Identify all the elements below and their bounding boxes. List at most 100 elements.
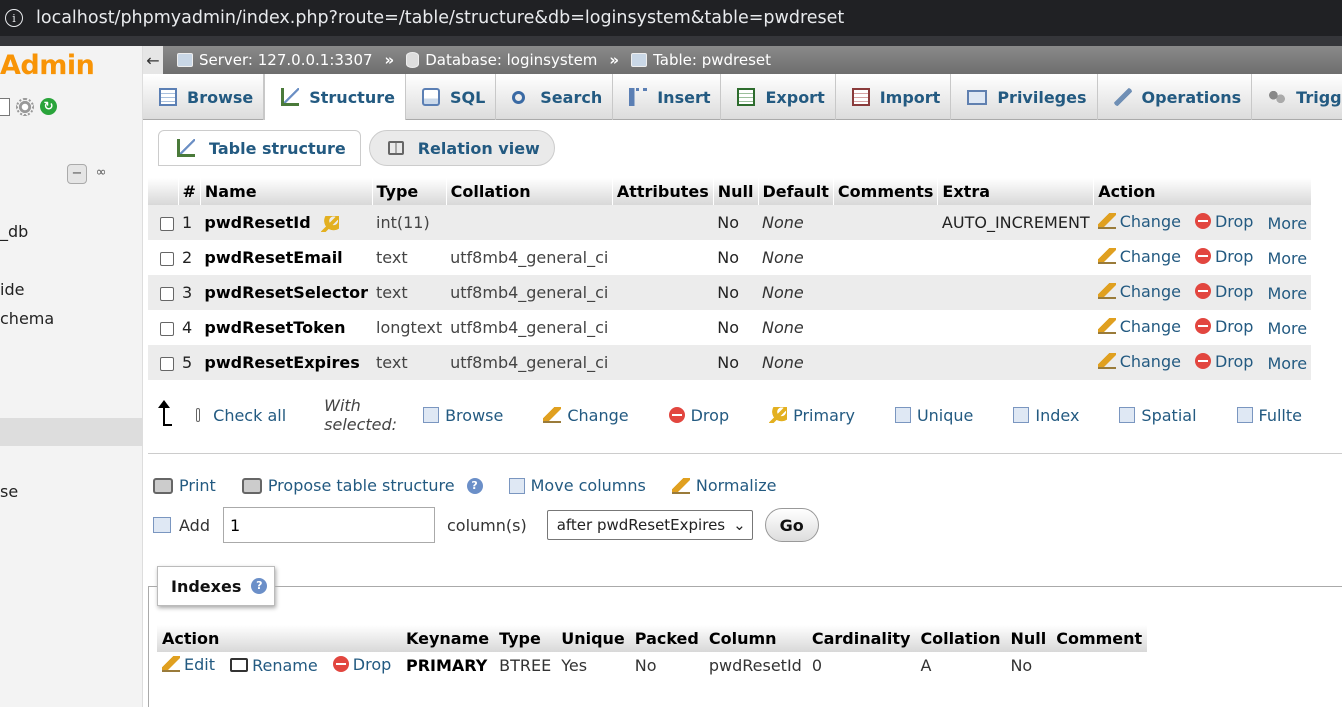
nav-db-item[interactable]: chema xyxy=(0,309,54,328)
printer-icon xyxy=(153,477,173,494)
change-button[interactable]: Change xyxy=(1097,247,1181,266)
nav-db-item[interactable]: se xyxy=(0,482,18,501)
move-columns-link[interactable]: Move columns xyxy=(508,476,646,495)
bulk-unique-label: Unique xyxy=(916,405,974,425)
phpmyadmin-logo[interactable]: Admin xyxy=(0,50,95,81)
print-link[interactable]: Print xyxy=(153,476,216,495)
more-dropdown[interactable]: More xyxy=(1267,319,1307,338)
bulk-browse-button[interactable]: Browse xyxy=(423,406,503,425)
drop-button[interactable]: Drop xyxy=(1194,317,1253,336)
index-edit-label: Edit xyxy=(184,654,215,674)
bulk-primary-button[interactable]: Primary xyxy=(769,406,855,425)
structure-row: 4 pwdResetToken longtext utf8mb4_general_ci… xyxy=(148,310,1312,345)
bulk-fulltext-button[interactable]: Fullte xyxy=(1236,405,1302,425)
tab-structure[interactable]: Structure xyxy=(264,74,406,120)
drop-button[interactable]: Drop xyxy=(1194,352,1253,371)
more-dropdown[interactable]: More xyxy=(1267,284,1307,303)
structure-row: 5 pwdResetExpires text utf8mb4_general_ci No… xyxy=(148,345,1312,380)
insert-icon xyxy=(153,517,171,533)
row-checkbox[interactable] xyxy=(160,321,174,336)
tab-browse[interactable]: Browse xyxy=(143,74,265,120)
propose-structure-link[interactable]: Propose table structure? xyxy=(241,476,483,495)
link-with-main-icon[interactable]: ∞ xyxy=(91,164,111,184)
column-actions: Change Drop More xyxy=(1093,240,1312,275)
nav-db-item[interactable]: ide xyxy=(0,280,24,299)
index-rename-button[interactable]: Rename xyxy=(230,656,318,675)
col-header-name[interactable]: Name xyxy=(200,178,373,205)
nav-db-item[interactable]: _db xyxy=(0,222,28,241)
row-checkbox[interactable] xyxy=(160,286,174,301)
tab-privileges[interactable]: Privileges xyxy=(951,74,1098,120)
url-text[interactable]: localhost/phpmyadmin/index.php?route=/ta… xyxy=(36,8,844,28)
bulk-browse-label: Browse xyxy=(445,405,504,425)
index-row: Edit Rename Drop PRIMARY BTREE Yes No pw… xyxy=(157,652,1148,679)
help-icon[interactable]: ? xyxy=(251,578,268,594)
add-columns-row: Add column(s) after pwdResetExpires ⌄ Go xyxy=(153,507,819,543)
change-button[interactable]: Change xyxy=(1097,212,1181,231)
breadcrumb-table[interactable]: Table: pwdreset xyxy=(631,51,771,69)
tab-search[interactable]: Search xyxy=(496,74,614,120)
bulk-change-button[interactable]: Change xyxy=(543,406,629,425)
drop-button[interactable]: Drop xyxy=(1194,212,1253,231)
with-selected-bar: Check all With selected: Browse Change D… xyxy=(158,396,1342,434)
column-type: int(11) xyxy=(372,205,447,240)
bulk-spatial-button[interactable]: Spatial xyxy=(1119,406,1197,425)
add-position-select[interactable]: after pwdResetExpires ⌄ xyxy=(546,510,753,540)
rename-icon xyxy=(230,658,249,673)
more-dropdown[interactable]: More xyxy=(1267,354,1307,373)
row-num: 4 xyxy=(178,310,201,345)
bulk-fulltext-label: Fullte xyxy=(1258,405,1302,425)
check-all-link[interactable]: Check all xyxy=(213,406,286,425)
import-icon xyxy=(851,88,870,106)
more-label: More xyxy=(1267,284,1308,304)
tab-triggers[interactable]: Triggers xyxy=(1252,74,1342,120)
collapse-all-icon[interactable]: − xyxy=(67,164,87,184)
settings-gear-icon[interactable] xyxy=(16,98,34,116)
change-button[interactable]: Change xyxy=(1097,317,1181,336)
bulk-index-button[interactable]: Index xyxy=(1013,406,1079,425)
more-dropdown[interactable]: More xyxy=(1267,214,1307,233)
home-icon[interactable] xyxy=(0,98,10,116)
column-collation: utf8mb4_general_ci xyxy=(446,345,613,380)
index-drop-button[interactable]: Drop xyxy=(332,655,391,674)
tab-sql[interactable]: SQL xyxy=(406,74,497,120)
normalize-link[interactable]: Normalize xyxy=(671,476,776,495)
breadcrumb-separator: » xyxy=(384,51,395,69)
column-actions: Change Drop More xyxy=(1093,345,1312,380)
tab-export[interactable]: Export xyxy=(721,74,836,120)
column-extra xyxy=(937,275,1094,310)
change-button[interactable]: Change xyxy=(1097,282,1181,301)
tab-import[interactable]: Import xyxy=(836,74,952,120)
subtab-relation-view[interactable]: Relation view xyxy=(368,130,555,166)
breadcrumb: ← Server: 127.0.0.1:3307 » Database: log… xyxy=(143,46,1342,74)
back-arrow-icon[interactable]: ← xyxy=(143,46,163,74)
change-button[interactable]: Change xyxy=(1097,352,1181,371)
bulk-unique-button[interactable]: Unique xyxy=(894,405,974,425)
drop-button[interactable]: Drop xyxy=(1194,282,1253,301)
site-info-icon[interactable]: i xyxy=(5,9,23,27)
main-tabs: Browse Structure SQL Search Insert Expor… xyxy=(143,74,1342,120)
row-checkbox[interactable] xyxy=(160,356,174,371)
breadcrumb-server[interactable]: Server: 127.0.0.1:3307 xyxy=(177,51,373,69)
sql-icon xyxy=(421,88,440,106)
help-icon[interactable]: ? xyxy=(466,477,483,494)
tab-insert[interactable]: Insert xyxy=(613,74,722,120)
bulk-drop-button[interactable]: Drop xyxy=(668,406,729,425)
row-checkbox[interactable] xyxy=(160,251,174,266)
reload-icon[interactable]: ↻ xyxy=(40,98,57,115)
go-button[interactable]: Go xyxy=(764,508,819,542)
tab-operations[interactable]: Operations xyxy=(1098,74,1253,120)
pencil-icon xyxy=(1097,213,1116,230)
with-selected-label: With selected: xyxy=(324,396,398,434)
check-all-checkbox[interactable] xyxy=(195,408,201,422)
drop-button[interactable]: Drop xyxy=(1194,247,1253,266)
breadcrumb-database[interactable]: Database: loginsystem xyxy=(406,51,597,69)
drop-icon xyxy=(1194,353,1211,370)
row-checkbox[interactable] xyxy=(160,216,174,231)
add-column-count-input[interactable] xyxy=(223,507,435,543)
index-edit-button[interactable]: Edit xyxy=(162,655,215,674)
more-dropdown[interactable]: More xyxy=(1267,249,1307,268)
nav-selected-item[interactable] xyxy=(0,418,142,446)
tab-label: Structure xyxy=(309,87,395,107)
subtab-table-structure[interactable]: Table structure xyxy=(158,130,361,166)
